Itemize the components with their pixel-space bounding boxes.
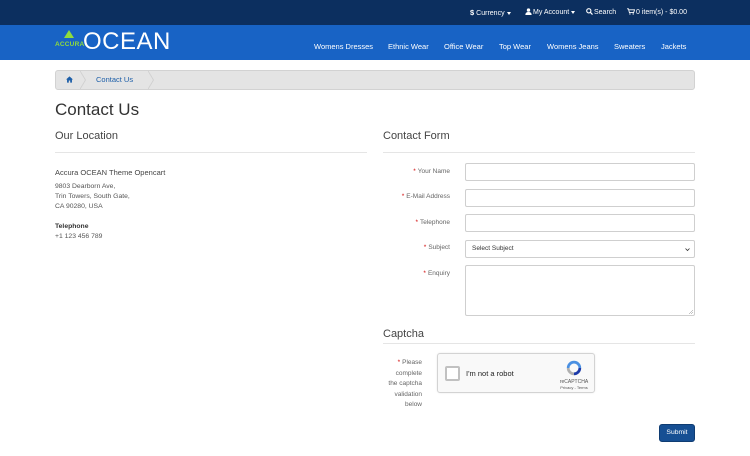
page-title: Contact Us xyxy=(55,100,140,119)
nav-item-office-wear[interactable]: Office Wear xyxy=(444,25,483,60)
store-name: Accura OCEAN Theme Opencart xyxy=(55,168,166,177)
search-link[interactable]: Search xyxy=(586,0,616,25)
cart-button[interactable]: 0 item(s) - $0.00 xyxy=(627,0,687,25)
my-account-label: My Account xyxy=(533,9,570,16)
telephone-value: +1 123 456 789 xyxy=(55,233,103,240)
required-mark: * xyxy=(423,244,427,251)
nav-item-ethnic-wear[interactable]: Ethnic Wear xyxy=(388,25,429,60)
nav-item-top-wear[interactable]: Top Wear xyxy=(499,25,531,60)
address-line-1: 9803 Dearborn Ave, xyxy=(55,183,116,190)
email-label-text: E-Mail Address xyxy=(406,193,450,200)
chevron-down-icon xyxy=(506,11,511,15)
currency-symbol: $ xyxy=(470,8,475,17)
recaptcha-logo-icon xyxy=(566,360,582,376)
cart-label: 0 item(s) - $0.00 xyxy=(636,9,687,16)
required-mark: * xyxy=(397,359,401,366)
email-input[interactable] xyxy=(465,189,695,207)
captcha-label-line-2: complete xyxy=(395,369,422,377)
required-mark: * xyxy=(413,168,416,175)
required-mark: * xyxy=(401,193,405,200)
recaptcha-text: I'm not a robot xyxy=(466,369,514,378)
captcha-label-line-5: below xyxy=(405,401,422,408)
telephone-label: Telephone xyxy=(55,223,89,230)
captcha-label-line-1-text: Please xyxy=(402,359,422,366)
top-bar: $ Currency My Account Search 0 item(s) - … xyxy=(0,0,750,25)
captcha-label-line-4: validation xyxy=(394,390,422,398)
logo-small-text: ACCURA xyxy=(55,41,85,48)
enquiry-label: * Enquiry xyxy=(423,270,450,277)
nav-item-womens-dresses[interactable]: Womens Dresses xyxy=(314,25,373,60)
my-account-dropdown[interactable]: My Account xyxy=(525,0,576,25)
subject-label: * Subject xyxy=(424,244,450,251)
currency-label: Currency xyxy=(476,10,505,17)
subject-select[interactable]: Select Subject xyxy=(465,240,695,258)
required-mark: * xyxy=(423,270,426,277)
form-divider xyxy=(383,152,695,153)
email-label: * E-Mail Address xyxy=(402,193,450,200)
captcha-heading: Captcha xyxy=(383,328,424,340)
enquiry-textarea[interactable] xyxy=(465,265,695,316)
nav-item-sweaters[interactable]: Sweaters xyxy=(614,25,645,60)
breadcrumb-separator-inner xyxy=(79,71,85,89)
nav-item-jackets[interactable]: Jackets xyxy=(661,25,686,60)
submit-button[interactable]: Submit xyxy=(659,424,695,442)
contact-form-heading: Contact Form xyxy=(383,130,450,142)
recaptcha-links[interactable]: Privacy - Terms xyxy=(554,385,594,390)
telephone-field-label: * Telephone xyxy=(415,219,450,226)
your-name-label-text: Your Name xyxy=(417,168,450,175)
chevron-down-icon xyxy=(685,248,690,252)
recaptcha-checkbox[interactable] xyxy=(445,366,460,381)
telephone-input[interactable] xyxy=(465,214,695,232)
telephone-field-label-text: Telephone xyxy=(420,219,450,226)
subject-selected-value: Select Subject xyxy=(472,245,514,252)
chevron-down-icon xyxy=(571,10,576,14)
captcha-label-line-1: * Please xyxy=(372,358,422,369)
required-mark: * xyxy=(415,219,418,226)
search-label: Search xyxy=(594,9,617,16)
address-line-3: CA 90280, USA xyxy=(55,203,103,210)
your-name-label: * Your Name xyxy=(413,168,450,175)
search-icon xyxy=(586,8,593,15)
recaptcha-widget: I'm not a robot reCAPTCHA Privacy - Term… xyxy=(437,353,595,393)
breadcrumb: Contact Us xyxy=(55,70,695,90)
breadcrumb-separator-inner xyxy=(147,71,153,89)
address-line-2: Trin Towers, South Gate, xyxy=(55,193,130,200)
breadcrumb-contact-us[interactable]: Contact Us xyxy=(96,71,133,89)
captcha-label: * Please complete the captcha validation … xyxy=(372,358,422,411)
our-location-heading: Our Location xyxy=(55,130,118,142)
captcha-label-line-3: the captcha xyxy=(388,380,422,387)
enquiry-label-text: Enquiry xyxy=(427,270,450,277)
cart-icon xyxy=(627,8,636,15)
location-divider xyxy=(55,152,367,153)
user-icon xyxy=(525,8,532,15)
your-name-input[interactable] xyxy=(465,163,695,181)
home-icon xyxy=(66,76,73,83)
main-header: ACCURA OCEAN Womens Dresses Ethnic Wear … xyxy=(0,25,750,60)
logo-triangle-icon xyxy=(64,30,74,38)
currency-dropdown[interactable]: $ Currency xyxy=(470,0,511,25)
resize-grip-icon[interactable] xyxy=(688,309,693,314)
logo-big-text: OCEAN xyxy=(83,28,171,55)
nav-item-womens-jeans[interactable]: Womens Jeans xyxy=(547,25,599,60)
captcha-divider xyxy=(383,343,695,344)
subject-label-text: Subject xyxy=(428,244,450,251)
